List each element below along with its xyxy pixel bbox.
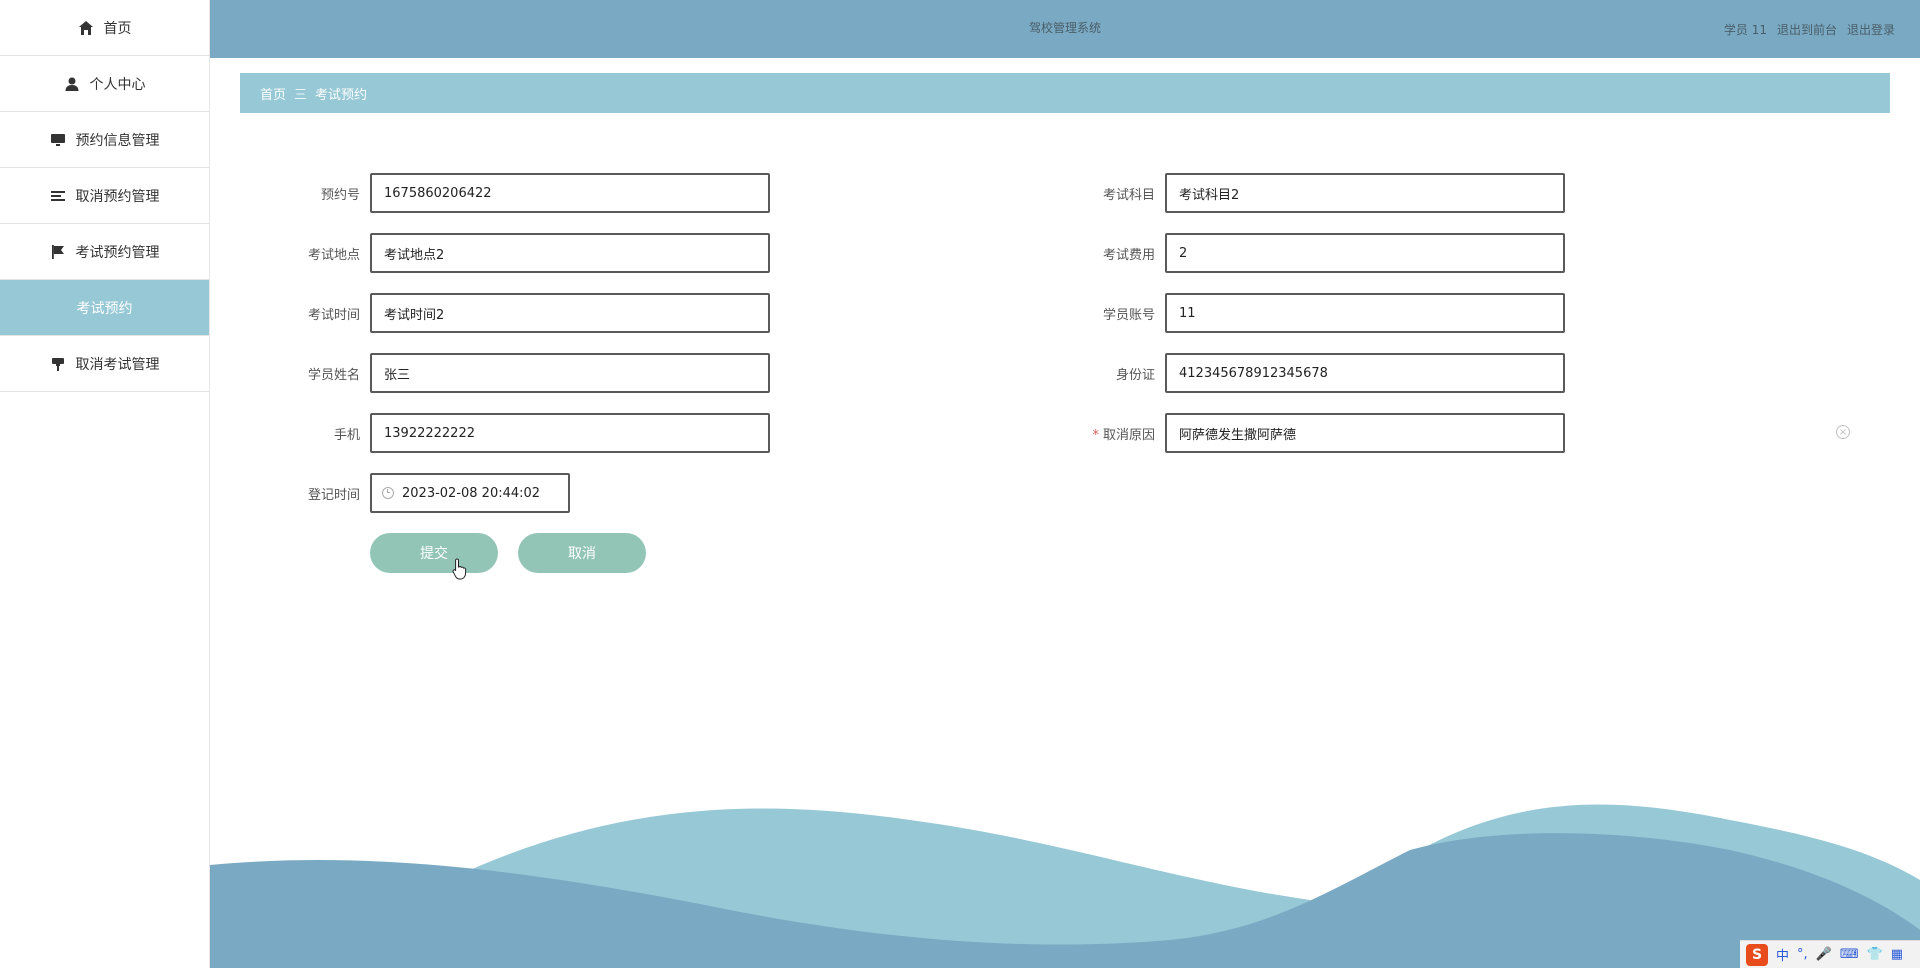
- top-bar: 驾校管理系统 学员 11 退出到前台 退出登录: [210, 0, 1920, 58]
- sidebar-item-label: 首页: [103, 20, 132, 37]
- reason-label: * 取消原因: [1045, 424, 1165, 443]
- breadcrumb-home[interactable]: 首页: [260, 84, 286, 103]
- name-field[interactable]: 张三: [370, 353, 770, 393]
- fee-field[interactable]: 2: [1165, 233, 1565, 273]
- ime-punct[interactable]: °,: [1797, 947, 1808, 962]
- account-label: 学员账号: [1102, 307, 1155, 323]
- mic-icon[interactable]: 🎤: [1816, 947, 1832, 962]
- sidebar-item-label: 取消考试管理: [75, 356, 160, 373]
- user-name: 学员 11: [1723, 22, 1767, 37]
- phone-field[interactable]: 13922222222: [370, 413, 770, 453]
- sidebar-item-exam-booking-mgmt[interactable]: 考试预约管理: [0, 224, 209, 280]
- form-row-name: 学员姓名 张三: [250, 353, 770, 393]
- fee-label: 考试费用: [1102, 247, 1155, 263]
- ime-mode[interactable]: 中: [1776, 945, 1789, 964]
- register-time-label: 登记时间: [307, 487, 360, 503]
- booking-no-label: 预约号: [320, 187, 360, 203]
- logout-link[interactable]: 退出登录: [1847, 21, 1895, 38]
- name-label: 学员姓名: [307, 367, 360, 383]
- hand-cursor-icon: [452, 558, 467, 580]
- monitor-icon: [50, 132, 66, 148]
- sidebar-item-label: 考试预约管理: [75, 244, 160, 261]
- form-row-phone: 手机 13922222222: [250, 413, 770, 453]
- flag-icon: [50, 244, 66, 260]
- home-icon: [78, 20, 94, 36]
- back-to-front-link[interactable]: 退出到前台: [1777, 21, 1837, 38]
- form-row-register-time: 登记时间 2023-02-08 20:44:02: [250, 473, 570, 513]
- required-mark: *: [1092, 427, 1099, 443]
- list-icon: [50, 188, 66, 204]
- sidebar-item-label: 预约信息管理: [75, 132, 160, 149]
- reason-field[interactable]: 阿萨德发生撒阿萨德: [1165, 413, 1565, 453]
- sidebar-item-cancel-booking[interactable]: 取消预约管理: [0, 168, 209, 224]
- register-time-picker[interactable]: 2023-02-08 20:44:02: [370, 473, 570, 513]
- grid-icon[interactable]: ▦: [1891, 947, 1903, 962]
- form-row-location: 考试地点 考试地点2: [250, 233, 770, 273]
- clear-icon[interactable]: ×: [1836, 425, 1850, 439]
- form-row-booking-no: 预约号 1675860206422: [250, 173, 770, 213]
- user-icon: [64, 76, 80, 92]
- sidebar-item-cancel-exam[interactable]: 取消考试管理: [0, 336, 209, 392]
- ime-toolbar: S 中 °, 🎤 ⌨ 👕 ▦: [1740, 940, 1920, 968]
- location-field[interactable]: 考试地点2: [370, 233, 770, 273]
- location-label: 考试地点: [307, 247, 360, 263]
- id-card-field[interactable]: 412345678912345678: [1165, 353, 1565, 393]
- pin-icon: [50, 356, 66, 372]
- form-row-reason: * 取消原因 阿萨德发生撒阿萨德: [1045, 413, 1565, 453]
- reason-label-text: 取消原因: [1102, 427, 1155, 443]
- booking-no-field[interactable]: 1675860206422: [370, 173, 770, 213]
- shirt-icon[interactable]: 👕: [1867, 947, 1883, 962]
- sidebar-item-personal-center[interactable]: 个人中心: [0, 56, 209, 112]
- form-row-subject: 考试科目 考试科目2: [1045, 173, 1565, 213]
- sidebar-item-label: 取消预约管理: [75, 188, 160, 205]
- cancel-button[interactable]: 取消: [518, 533, 646, 573]
- breadcrumb: 首页 三 考试预约: [240, 73, 1890, 113]
- subject-label: 考试科目: [1102, 187, 1155, 203]
- time-label: 考试时间: [307, 307, 360, 323]
- id-card-label: 身份证: [1115, 367, 1155, 383]
- sidebar-item-home[interactable]: 首页: [0, 0, 209, 56]
- subject-field[interactable]: 考试科目2: [1165, 173, 1565, 213]
- time-field[interactable]: 考试时间2: [370, 293, 770, 333]
- form-row-fee: 考试费用 2: [1045, 233, 1565, 273]
- sidebar-item-label: 个人中心: [89, 76, 146, 93]
- phone-label: 手机: [333, 427, 360, 443]
- form-row-account: 学员账号 11: [1045, 293, 1565, 333]
- sidebar: 首页 个人中心 预约信息管理 取消预约管理 考试预约管理 考试预约 取消考试管理: [0, 0, 210, 968]
- clock-icon: [382, 487, 394, 499]
- decorative-waves: [210, 804, 1920, 968]
- breadcrumb-current: 考试预约: [315, 87, 368, 103]
- user-menu: 学员 11 退出到前台 退出登录: [1724, 0, 1895, 58]
- register-time-value: 2023-02-08 20:44:02: [402, 485, 541, 501]
- sidebar-item-exam-booking[interactable]: 考试预约: [0, 280, 209, 336]
- sidebar-item-label: 考试预约: [76, 300, 133, 317]
- form-row-time: 考试时间 考试时间2: [250, 293, 770, 333]
- ime-logo[interactable]: S: [1746, 943, 1768, 966]
- keyboard-icon[interactable]: ⌨: [1840, 947, 1859, 962]
- submit-button[interactable]: 提交: [370, 533, 498, 573]
- app-title: 驾校管理系统: [1028, 21, 1101, 35]
- sidebar-item-booking-info[interactable]: 预约信息管理: [0, 112, 209, 168]
- form-row-id-card: 身份证 412345678912345678: [1045, 353, 1565, 393]
- breadcrumb-separator: 三: [294, 87, 308, 103]
- account-field[interactable]: 11: [1165, 293, 1565, 333]
